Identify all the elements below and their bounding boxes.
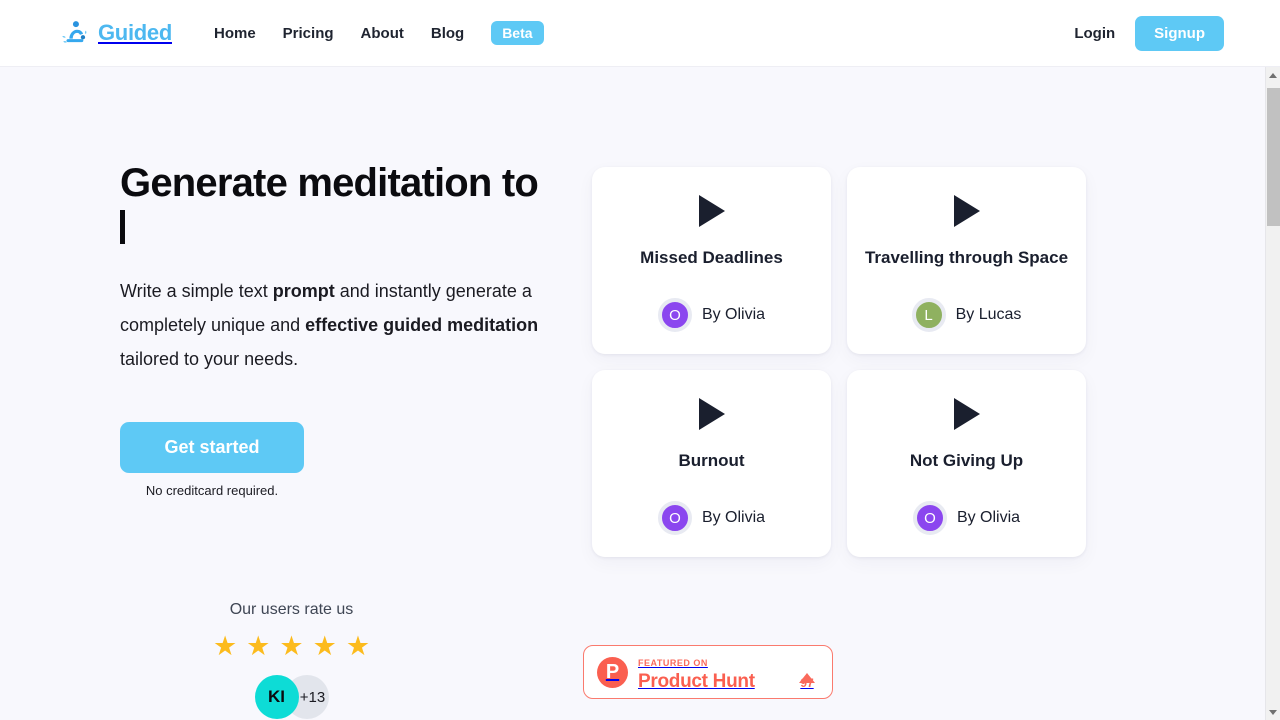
hero-sub-part3: tailored to your needs.: [120, 349, 299, 370]
play-icon[interactable]: [698, 398, 725, 430]
product-hunt-area: P FEATURED ON Product Hunt 97: [583, 601, 1280, 719]
nav-actions: Login Signup: [1074, 15, 1224, 51]
play-icon[interactable]: [953, 398, 980, 430]
author-name: By Olivia: [701, 306, 766, 323]
play-icon[interactable]: [698, 195, 725, 227]
top-navigation-bar: Guided Home Pricing About Blog Beta Logi…: [0, 0, 1280, 67]
nav-item-pricing[interactable]: Pricing: [283, 25, 334, 42]
meditation-author: O By Olivia: [912, 487, 1021, 535]
star-icon: ★: [212, 631, 238, 661]
avatar: L: [911, 298, 946, 332]
meditation-card-grid: Missed Deadlines O By Olivia Travelling …: [592, 167, 1086, 557]
main-nav-links: Home Pricing About Blog Beta: [214, 21, 544, 45]
hero-subtitle: Write a simple text prompt and instantly…: [120, 274, 560, 376]
beta-badge[interactable]: Beta: [491, 21, 544, 45]
hero-left-column: Generate meditation to Write a simple te…: [0, 161, 560, 557]
brand-name: Guided: [98, 20, 172, 45]
scrollbar-thumb[interactable]: [1267, 88, 1280, 226]
star-icon: ★: [312, 631, 337, 661]
meditation-card[interactable]: Burnout O By Olivia: [592, 370, 831, 557]
star-icon: ★: [246, 631, 271, 661]
social-proof-section: Our users rate us ★ ★ ★ ★ ★ KI +13 P FEA…: [0, 557, 1280, 719]
nav-item-about[interactable]: About: [361, 25, 404, 42]
nav-item-blog[interactable]: Blog: [431, 25, 464, 42]
product-hunt-name: Product Hunt: [638, 670, 755, 692]
meditation-author: O By Olivia: [657, 487, 766, 535]
cta-note: No creditcard required.: [145, 483, 279, 499]
avatar: O: [657, 501, 692, 535]
rating-label: Our users rate us: [229, 601, 354, 618]
cta-group: Get started No creditcard required.: [120, 422, 304, 498]
upvote-group[interactable]: 97: [799, 655, 819, 690]
meditation-title: Not Giving Up: [909, 451, 1024, 470]
star-rating: ★ ★ ★ ★ ★: [0, 633, 583, 660]
meditation-person-icon: [60, 18, 90, 48]
hero-section: Generate meditation to Write a simple te…: [0, 67, 1280, 557]
author-name: By Olivia: [956, 509, 1021, 526]
scroll-down-arrow-icon[interactable]: [1266, 704, 1280, 720]
hero-title-text: Generate meditation to: [120, 161, 539, 205]
author-name: By Olivia: [701, 509, 766, 526]
avatar: KI: [254, 675, 299, 719]
page-content: Generate meditation to Write a simple te…: [0, 67, 1280, 720]
typing-cursor: [120, 210, 125, 245]
signup-button[interactable]: Signup: [1135, 15, 1224, 51]
meditation-card[interactable]: Not Giving Up O By Olivia: [847, 370, 1086, 557]
hero-sub-part1: Write a simple text: [120, 281, 273, 302]
meditation-title: Travelling through Space: [864, 248, 1069, 267]
meditation-title: Missed Deadlines: [640, 248, 783, 267]
meditation-card[interactable]: Travelling through Space L By Lucas: [847, 167, 1086, 354]
login-link[interactable]: Login: [1074, 25, 1115, 42]
play-icon[interactable]: [953, 195, 980, 227]
meditation-author: L By Lucas: [911, 284, 1022, 332]
meditation-author: O By Olivia: [657, 284, 766, 332]
scroll-up-arrow-icon[interactable]: [1266, 67, 1280, 83]
author-name: By Lucas: [955, 306, 1022, 323]
meditation-title: Burnout: [678, 451, 745, 470]
avatar: O: [657, 298, 692, 332]
page-title: Generate meditation to: [120, 161, 560, 248]
rating-block: Our users rate us ★ ★ ★ ★ ★ KI +13: [0, 601, 583, 719]
star-icon: ★: [345, 631, 371, 661]
meditation-card[interactable]: Missed Deadlines O By Olivia: [592, 167, 831, 354]
product-hunt-text: FEATURED ON Product Hunt: [638, 653, 789, 692]
get-started-button[interactable]: Get started: [120, 422, 304, 474]
user-avatar-group: KI +13: [0, 675, 583, 719]
vertical-scrollbar[interactable]: [1265, 67, 1280, 720]
brand-logo-link[interactable]: Guided: [60, 18, 172, 48]
product-hunt-badge[interactable]: P FEATURED ON Product Hunt 97: [583, 645, 833, 699]
hero-sub-bold1: prompt: [272, 281, 335, 302]
star-icon: ★: [279, 631, 304, 661]
upvote-count: 97: [800, 675, 814, 690]
featured-on-label: FEATURED ON: [638, 657, 708, 668]
hero-right-column: Missed Deadlines O By Olivia Travelling …: [560, 162, 1280, 557]
nav-item-home[interactable]: Home: [214, 25, 256, 42]
hero-sub-bold2: effective guided meditation: [305, 315, 539, 336]
product-hunt-logo-icon: P: [597, 656, 628, 688]
avatar: O: [912, 501, 947, 535]
